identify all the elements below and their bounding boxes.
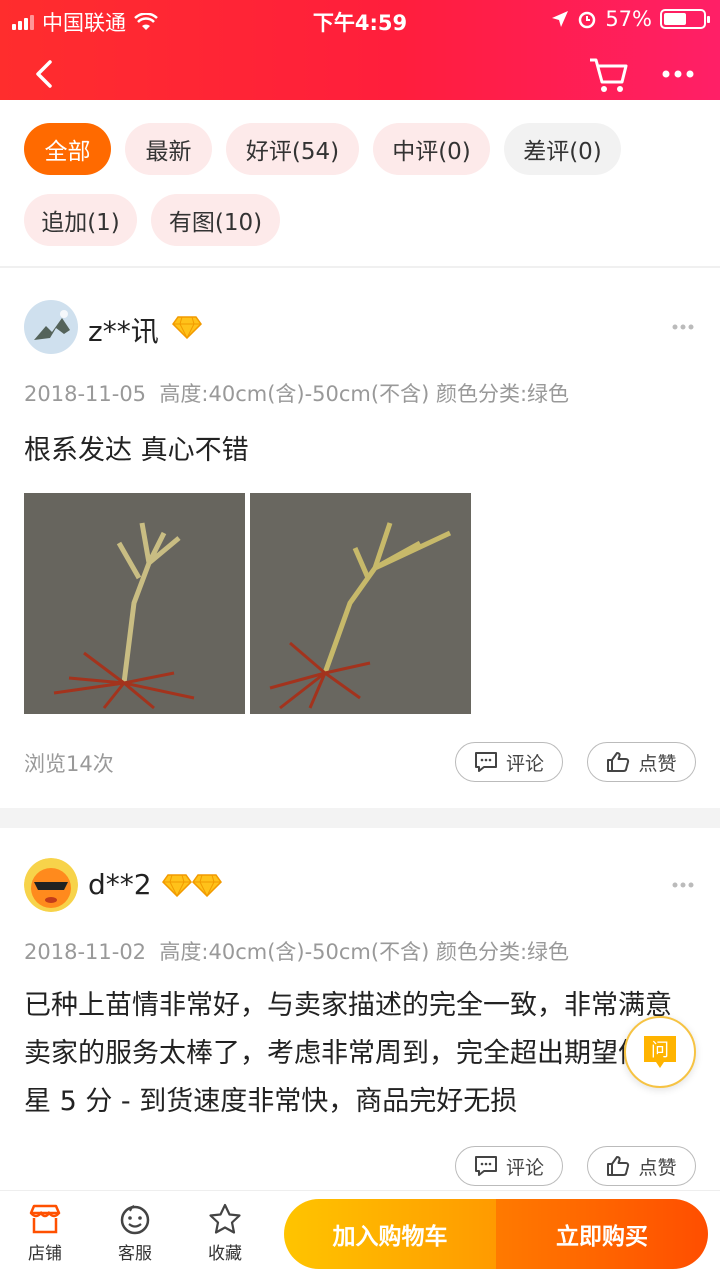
thumbs-up-icon bbox=[607, 1156, 630, 1176]
battery-fill bbox=[664, 13, 686, 25]
ask-button[interactable]: 问 bbox=[624, 1016, 696, 1088]
tab-favorite-label: 收藏 bbox=[208, 1244, 242, 1264]
review-meta: 2018-11-05 高度:40cm(含)-50cm(不含) 颜色分类:绿色 bbox=[24, 378, 569, 408]
like-label: 点赞 bbox=[638, 752, 677, 775]
ask-label: 问 bbox=[651, 1040, 669, 1061]
diamond-badge-icon bbox=[172, 316, 202, 339]
review-text: 已种上苗情非常好，与卖家描述的完全一致，非常满意 卖家的服务太棒了，考虑非常周到… bbox=[24, 990, 681, 1117]
avatar[interactable] bbox=[24, 300, 78, 354]
review-photo[interactable] bbox=[24, 493, 245, 714]
tab-service-label: 客服 bbox=[118, 1244, 152, 1264]
review-text: 根系发达 真心不错 bbox=[24, 435, 249, 466]
location-icon bbox=[552, 11, 569, 27]
status-bar: 中国联通 下午4:59 57% bbox=[0, 0, 720, 38]
review-card: z**讯 2018-11-05 高度:40cm(含)-50cm(不含) 颜色分类… bbox=[0, 270, 720, 810]
comment-label: 评论 bbox=[505, 1156, 544, 1179]
cart-icon bbox=[590, 58, 628, 92]
filter-latest[interactable]: 最新 bbox=[125, 123, 212, 175]
review-photo[interactable] bbox=[250, 493, 471, 714]
filter-positive[interactable]: 好评(54) bbox=[226, 123, 359, 175]
battery-percent: 57% bbox=[605, 7, 652, 31]
view-count: 浏览14次 bbox=[24, 752, 114, 776]
bottom-bar: 店铺 客服 收藏 加入购物车 立即购买 bbox=[0, 1190, 720, 1280]
buy-now-button[interactable]: 立即购买 bbox=[496, 1199, 708, 1269]
review-date: 2018-11-02 bbox=[24, 940, 147, 964]
purchase-buttons: 加入购物车 立即购买 bbox=[284, 1199, 708, 1269]
battery-icon bbox=[660, 9, 710, 29]
back-button[interactable] bbox=[22, 52, 66, 96]
tab-favorite[interactable]: 收藏 bbox=[190, 1203, 260, 1264]
alarm-icon bbox=[579, 11, 596, 29]
review-spec: 高度:40cm(含)-50cm(不含) 颜色分类:绿色 bbox=[159, 940, 570, 964]
service-icon bbox=[120, 1204, 150, 1235]
more-dots-icon[interactable] bbox=[672, 324, 694, 330]
review-date: 2018-11-05 bbox=[24, 382, 147, 406]
comment-button[interactable]: 评论 bbox=[455, 1146, 563, 1186]
username[interactable]: z**讯 bbox=[88, 310, 159, 350]
comment-button[interactable]: 评论 bbox=[455, 742, 563, 782]
tab-store-label: 店铺 bbox=[28, 1244, 62, 1264]
more-dots-icon bbox=[662, 70, 694, 78]
tab-service[interactable]: 客服 bbox=[100, 1203, 170, 1264]
cart-button[interactable] bbox=[584, 52, 632, 96]
header: 中国联通 下午4:59 57% bbox=[0, 0, 720, 100]
filter-negative[interactable]: 差评(0) bbox=[504, 123, 621, 175]
navbar bbox=[0, 44, 720, 100]
tab-store[interactable]: 店铺 bbox=[10, 1203, 80, 1264]
filter-all[interactable]: 全部 bbox=[24, 123, 111, 175]
chevron-left-icon bbox=[36, 60, 52, 88]
store-icon bbox=[29, 1204, 61, 1234]
review-filters: 全部 最新 好评(54) 中评(0) 差评(0) 追加(1) 有图(10) bbox=[0, 100, 720, 268]
filter-neutral[interactable]: 中评(0) bbox=[373, 123, 490, 175]
comment-icon bbox=[474, 1156, 497, 1176]
review-meta: 2018-11-02 高度:40cm(含)-50cm(不含) 颜色分类:绿色 bbox=[24, 936, 569, 966]
ask-icon: 问 bbox=[644, 1036, 676, 1068]
diamond-badge-icon bbox=[162, 874, 192, 897]
like-button[interactable]: 点赞 bbox=[587, 1146, 696, 1186]
thumbs-up-icon bbox=[607, 752, 630, 772]
like-button[interactable]: 点赞 bbox=[587, 742, 696, 782]
avatar[interactable] bbox=[24, 858, 78, 912]
more-dots-icon[interactable] bbox=[672, 882, 694, 888]
review-card: d**2 2018-11-02 高度:40cm(含)-50cm(不含) 颜色分类… bbox=[0, 828, 720, 1190]
add-to-cart-button[interactable]: 加入购物车 bbox=[284, 1199, 496, 1269]
comment-label: 评论 bbox=[505, 752, 544, 775]
review-spec: 高度:40cm(含)-50cm(不含) 颜色分类:绿色 bbox=[159, 382, 570, 406]
like-label: 点赞 bbox=[638, 1156, 677, 1179]
section-divider bbox=[0, 808, 720, 828]
more-button[interactable] bbox=[654, 52, 702, 96]
comment-icon bbox=[474, 752, 497, 772]
filter-followup[interactable]: 追加(1) bbox=[24, 194, 137, 246]
username[interactable]: d**2 bbox=[88, 868, 152, 901]
filter-with-photos[interactable]: 有图(10) bbox=[151, 194, 280, 246]
diamond-badge-icon bbox=[192, 874, 222, 897]
star-icon bbox=[209, 1203, 241, 1234]
